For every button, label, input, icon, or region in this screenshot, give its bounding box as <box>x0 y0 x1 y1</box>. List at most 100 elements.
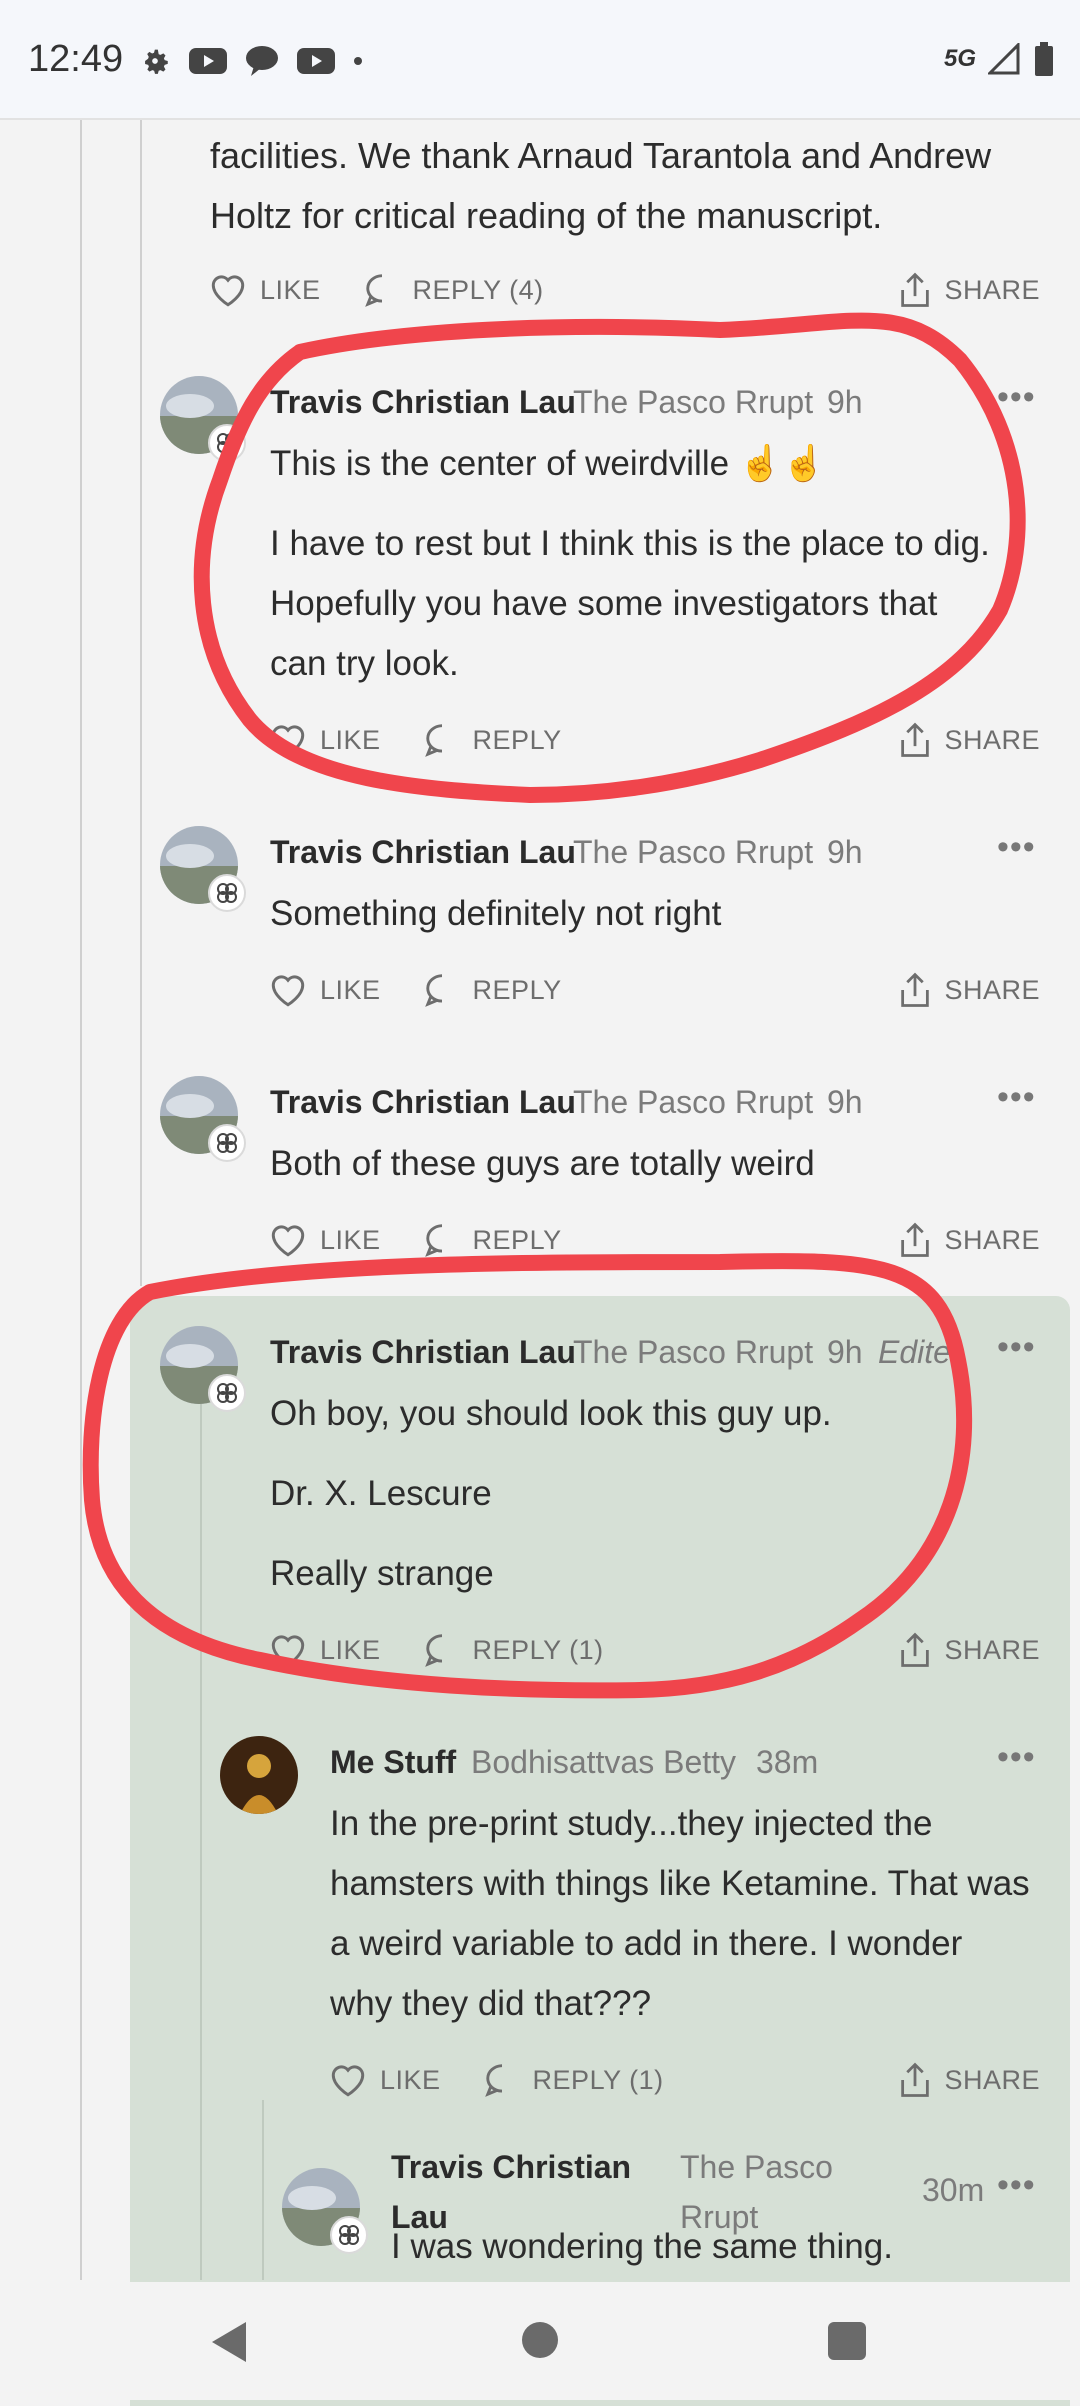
community-badge-icon <box>208 1374 246 1412</box>
comment-community[interactable]: The Pasco Rrupt <box>573 1334 813 1371</box>
comment-age: 38m <box>756 1744 819 1780</box>
comment-author[interactable]: Travis Christian Lau <box>270 834 576 871</box>
comment-paragraph: This is the center of weirdville ☝️☝️ <box>270 444 826 483</box>
reply-button[interactable]: REPLY <box>423 722 562 758</box>
like-label: LIKE <box>320 1634 381 1665</box>
like-button[interactable]: LIKE <box>268 972 381 1008</box>
share-button[interactable]: SHARE <box>898 271 1040 309</box>
heart-icon <box>331 2065 365 2097</box>
reply-label: REPLY (1) <box>532 2064 664 2095</box>
comment-paragraph: Oh boy, you should look this guy up. <box>270 1394 832 1433</box>
share-button[interactable]: SHARE <box>898 721 1040 759</box>
comment-actions: LIKE REPLY (1) SHARE <box>328 2055 1040 2105</box>
comment-community[interactable]: Bodhisattvas Betty <box>471 1744 736 1781</box>
comment-community[interactable]: The Pasco Rrupt <box>573 1084 813 1121</box>
share-icon <box>901 1222 930 1257</box>
more-options-icon[interactable]: ••• <box>997 1328 1036 1367</box>
speech-bubble-icon <box>424 1634 442 1667</box>
more-options-icon[interactable]: ••• <box>997 378 1036 417</box>
share-button[interactable]: SHARE <box>898 2061 1040 2099</box>
share-label: SHARE <box>944 974 1040 1005</box>
speech-bubble-icon <box>424 1224 442 1257</box>
comment-age: 9h <box>827 834 863 870</box>
like-label: LIKE <box>260 274 321 305</box>
comment-paragraph: I was wondering the same thing. <box>391 2227 893 2266</box>
like-label: LIKE <box>320 974 381 1005</box>
signal-icon <box>988 43 1020 75</box>
comment-paragraph: Something definitely not right <box>270 894 722 933</box>
status-notification-icons <box>138 44 364 78</box>
comment-paragraph: Dr. X. Lescure <box>270 1474 492 1513</box>
status-bar: 12:49 5G <box>0 0 1080 120</box>
recents-icon[interactable] <box>828 2322 866 2360</box>
comment-actions: LIKE REPLY SHARE <box>268 1215 1040 1265</box>
comment-age: 30m <box>922 2172 985 2208</box>
community-badge-icon <box>208 424 246 462</box>
reply-label: REPLY <box>472 974 562 1005</box>
like-button[interactable]: LIKE <box>268 722 381 758</box>
network-label: 5G <box>943 45 976 72</box>
comment-age: 9h <box>827 384 863 420</box>
avatar[interactable] <box>220 1736 298 1814</box>
reply-button[interactable]: REPLY <box>423 972 562 1008</box>
thread-line-level2 <box>200 1400 202 2280</box>
share-icon <box>901 2062 930 2097</box>
excerpt-line-2: Holtz for critical reading of the manusc… <box>210 195 883 236</box>
like-button[interactable]: LIKE <box>268 1632 381 1668</box>
like-button[interactable]: LIKE <box>208 272 321 308</box>
comment-paragraph: Both of these guys are totally weird <box>270 1144 815 1183</box>
comment-author[interactable]: Travis Christian Lau <box>270 384 576 421</box>
share-button[interactable]: SHARE <box>898 1631 1040 1669</box>
status-system-icons: 5G <box>944 42 1054 76</box>
more-options-icon[interactable]: ••• <box>997 828 1036 867</box>
youtube-icon <box>189 48 227 74</box>
like-button[interactable]: LIKE <box>268 1222 381 1258</box>
heart-icon <box>211 275 245 307</box>
like-button[interactable]: LIKE <box>328 2062 441 2098</box>
battery-icon <box>1035 42 1053 76</box>
excerpt-line-1: facilities. We thank Arnaud Tarantola an… <box>210 135 992 176</box>
more-options-icon[interactable]: ••• <box>997 1078 1036 1117</box>
reply-label: REPLY <box>472 724 562 755</box>
thread-line-level1 <box>140 120 142 1286</box>
comment-paragraph: Really strange <box>270 1554 494 1593</box>
reply-button[interactable]: REPLY (1) <box>423 1632 604 1668</box>
comment-age: 9h <box>827 1084 863 1120</box>
community-badge-icon <box>208 1124 246 1162</box>
more-options-icon[interactable]: ••• <box>997 1738 1036 1777</box>
thread-line-level3 <box>262 2100 264 2280</box>
reply-label: REPLY (4) <box>412 274 544 305</box>
share-icon <box>901 722 930 757</box>
reply-button[interactable]: REPLY (1) <box>483 2062 664 2098</box>
comment-paragraph: I have to rest but I think this is the p… <box>270 524 990 683</box>
comment-actions: LIKE REPLY SHARE <box>268 965 1040 1015</box>
reply-button[interactable]: REPLY <box>423 1222 562 1258</box>
share-label: SHARE <box>944 1224 1040 1255</box>
excerpt-actions: LIKE REPLY (4) SHARE <box>208 265 1040 315</box>
heart-icon <box>271 1225 305 1257</box>
more-options-icon[interactable]: ••• <box>997 2166 1036 2205</box>
comment-author[interactable]: Travis Christian Lau <box>270 1334 576 1371</box>
share-button[interactable]: SHARE <box>898 1221 1040 1259</box>
share-icon <box>901 272 930 307</box>
comment-paragraph: In the pre-print study...they injected t… <box>330 1804 1030 2023</box>
chat-icon <box>246 46 278 76</box>
speech-bubble-icon <box>364 274 382 307</box>
share-button[interactable]: SHARE <box>898 971 1040 1009</box>
edited-label: Edite <box>878 1334 951 1370</box>
comment-author[interactable]: Travis Christian Lau <box>270 1084 576 1121</box>
reply-button[interactable]: REPLY (4) <box>363 272 544 308</box>
like-label: LIKE <box>320 724 381 755</box>
gear-icon <box>145 49 168 74</box>
comment-author[interactable]: Me Stuff <box>330 1744 456 1781</box>
home-icon[interactable] <box>522 2322 558 2358</box>
comment-community[interactable]: The Pasco Rrupt <box>573 834 813 871</box>
speech-bubble-icon <box>484 2064 502 2097</box>
dot-icon <box>354 57 362 65</box>
back-icon[interactable] <box>208 2320 248 2364</box>
comment-community[interactable]: The Pasco Rrupt <box>573 384 813 421</box>
community-badge-icon <box>330 2216 368 2254</box>
comment-actions: LIKE REPLY (1) SHARE <box>268 1625 1040 1675</box>
share-label: SHARE <box>944 1634 1040 1665</box>
youtube-icon <box>297 48 335 74</box>
